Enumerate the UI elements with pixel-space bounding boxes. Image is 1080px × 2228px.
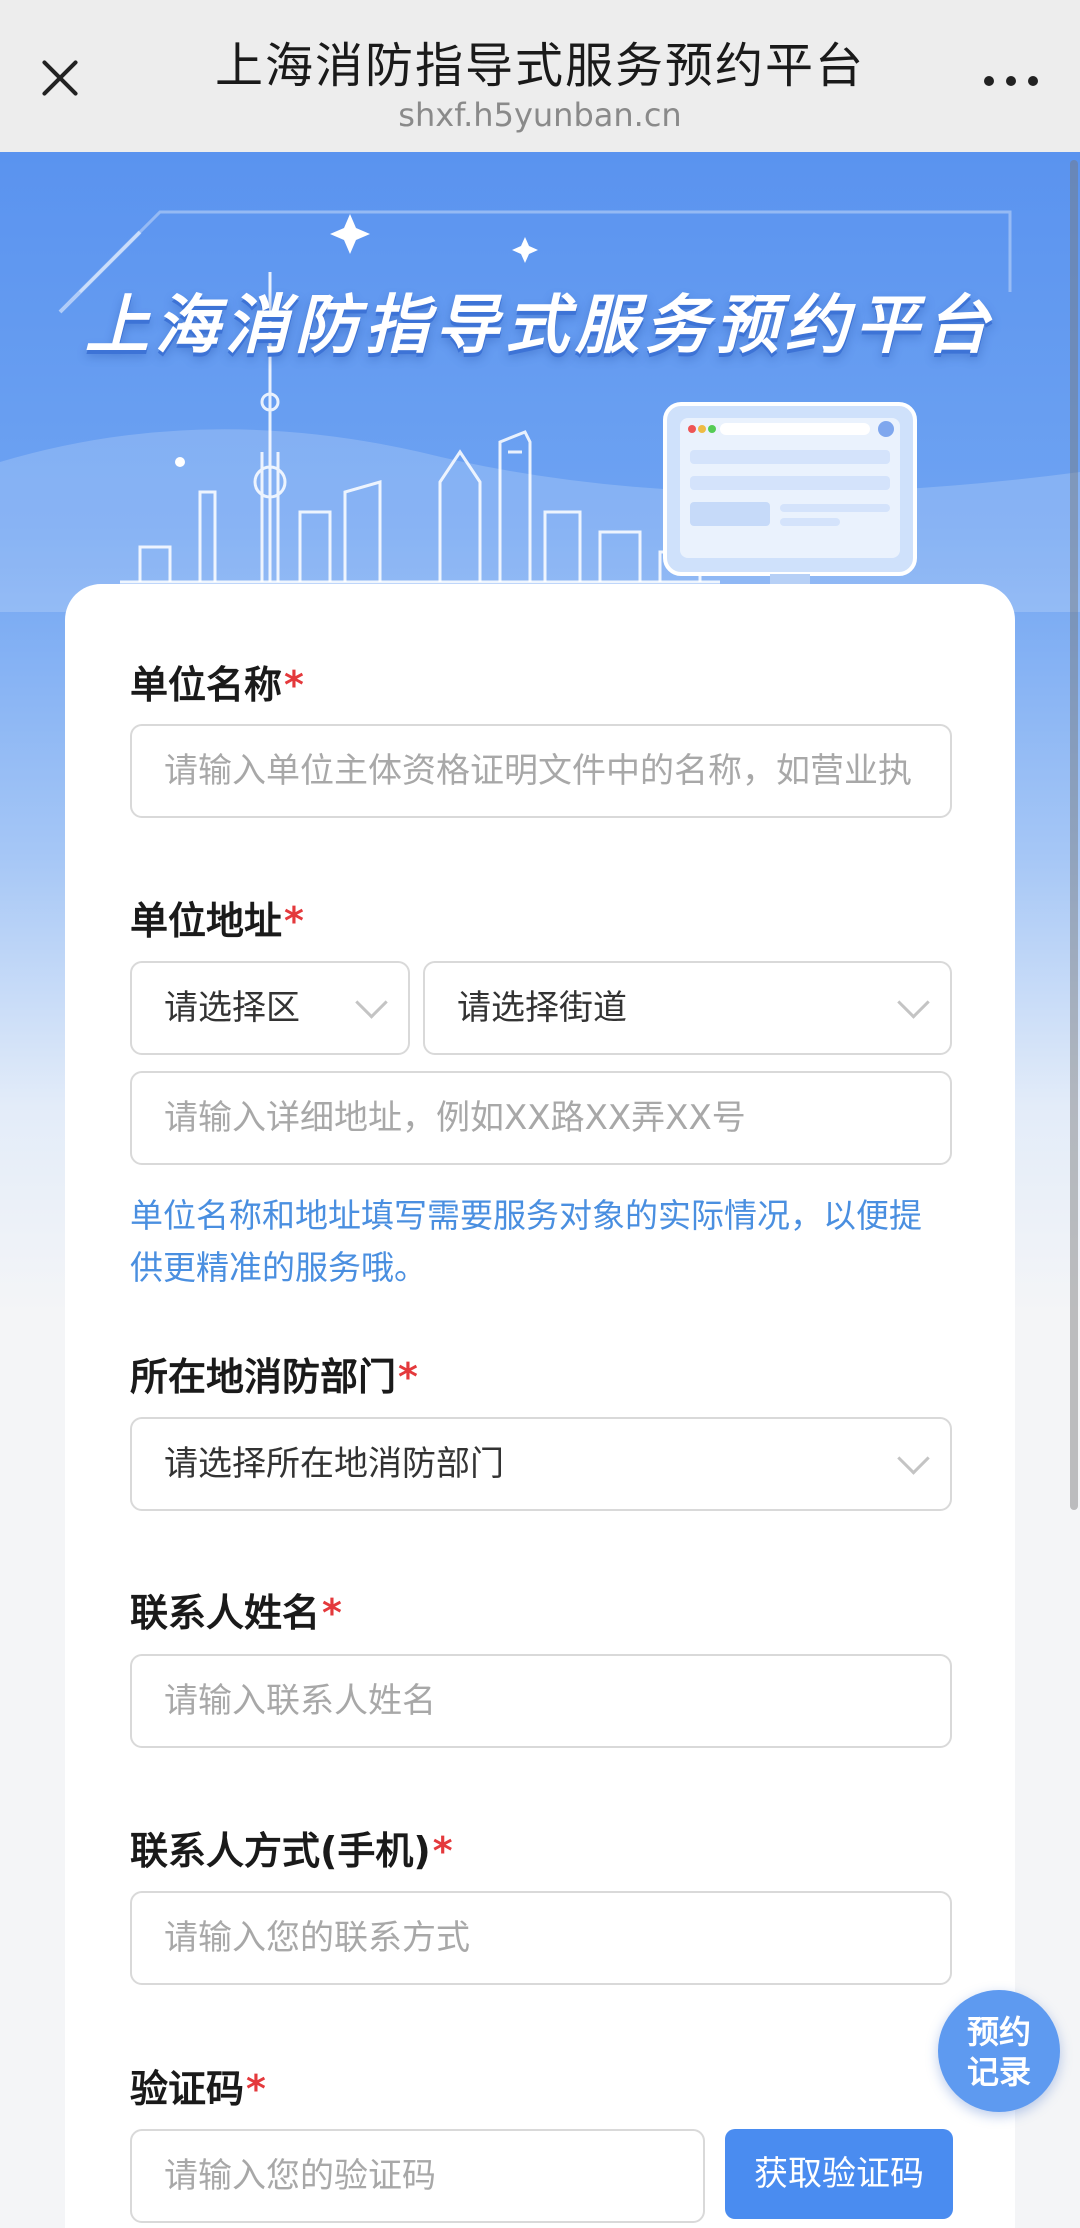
street-select[interactable]: 请选择街道: [423, 961, 952, 1055]
fire-department-select-value: 请选择所在地消防部门: [164, 1444, 504, 1484]
chevron-down-icon: [356, 991, 386, 1021]
required-mark: *: [284, 663, 304, 707]
address-detail-placeholder: 请输入详细地址，例如XX路XX弄XX号: [164, 1098, 746, 1138]
address-hint: 单位名称和地址填写需要服务对象的实际情况，以便提供更精准的服务哦。: [130, 1196, 922, 1287]
verify-code-input[interactable]: 请输入您的验证码: [130, 2129, 705, 2223]
unit-address-label: 单位地址*: [130, 899, 304, 943]
contact-name-placeholder: 请输入联系人姓名: [164, 1681, 436, 1721]
banner-title: 上海消防指导式服务预约平台: [85, 289, 995, 363]
unit-name-input[interactable]: 请输入单位主体资格证明文件中的名称，如营业执: [130, 724, 952, 818]
contact-name-input[interactable]: 请输入联系人姓名: [130, 1654, 952, 1748]
nav-url: shxf.h5yunban.cn: [398, 96, 682, 134]
booking-records-line1: 预约: [966, 2013, 1031, 2051]
form-card: 单位名称* 请输入单位主体资格证明文件中的名称，如营业执 单位地址* 请选择区 …: [65, 584, 1015, 2228]
top-nav-bar: 上海消防指导式服务预约平台 shxf.h5yunban.cn: [0, 0, 1080, 152]
nav-title: 上海消防指导式服务预约平台: [214, 38, 865, 94]
contact-phone-label: 联系人方式(手机)*: [130, 1829, 453, 1873]
scrollbar[interactable]: [1070, 160, 1078, 1510]
contact-phone-placeholder: 请输入您的联系方式: [164, 1918, 470, 1958]
required-mark: *: [398, 1355, 418, 1399]
required-mark: *: [432, 1829, 453, 1873]
banner-illustration: [0, 210, 1080, 612]
street-select-value: 请选择街道: [457, 988, 627, 1028]
required-mark: *: [284, 899, 304, 943]
fire-department-select[interactable]: 请选择所在地消防部门: [130, 1417, 952, 1511]
verify-code-label: 验证码*: [130, 2067, 266, 2111]
contact-name-label: 联系人姓名*: [130, 1591, 342, 1635]
unit-name-placeholder: 请输入单位主体资格证明文件中的名称，如营业执: [164, 751, 912, 791]
unit-name-label: 单位名称*: [130, 663, 304, 707]
booking-records-line2: 记录: [966, 2053, 1031, 2091]
chevron-down-icon: [898, 991, 928, 1021]
booking-records-button[interactable]: 预约 记录: [938, 1990, 1060, 2112]
district-select-value: 请选择区: [164, 988, 300, 1028]
contact-phone-input[interactable]: 请输入您的联系方式: [130, 1891, 952, 1985]
district-select[interactable]: 请选择区: [130, 961, 410, 1055]
more-icon[interactable]: [980, 64, 1044, 96]
get-verify-code-button[interactable]: 获取验证码: [725, 2129, 953, 2219]
close-icon[interactable]: [28, 46, 92, 110]
fire-department-label: 所在地消防部门*: [130, 1355, 418, 1399]
address-detail-input[interactable]: 请输入详细地址，例如XX路XX弄XX号: [130, 1071, 952, 1165]
chevron-down-icon: [898, 1447, 928, 1477]
verify-code-placeholder: 请输入您的验证码: [164, 2156, 436, 2196]
required-mark: *: [322, 1591, 342, 1635]
required-mark: *: [246, 2067, 266, 2111]
